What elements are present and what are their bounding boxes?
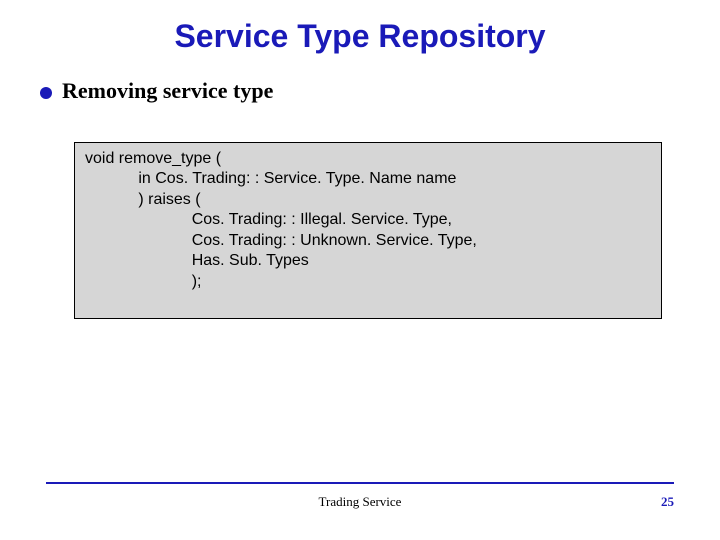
bullet-icon — [40, 87, 52, 99]
bullet-item: Removing service type — [40, 78, 680, 104]
page-number: 25 — [661, 494, 674, 510]
bullet-text: Removing service type — [62, 78, 273, 104]
code-block: void remove_type ( in Cos. Trading: : Se… — [74, 142, 662, 319]
footer-divider — [46, 482, 674, 484]
footer-label: Trading Service — [0, 494, 720, 510]
slide: Service Type Repository Removing service… — [0, 0, 720, 540]
slide-title: Service Type Repository — [0, 18, 720, 55]
